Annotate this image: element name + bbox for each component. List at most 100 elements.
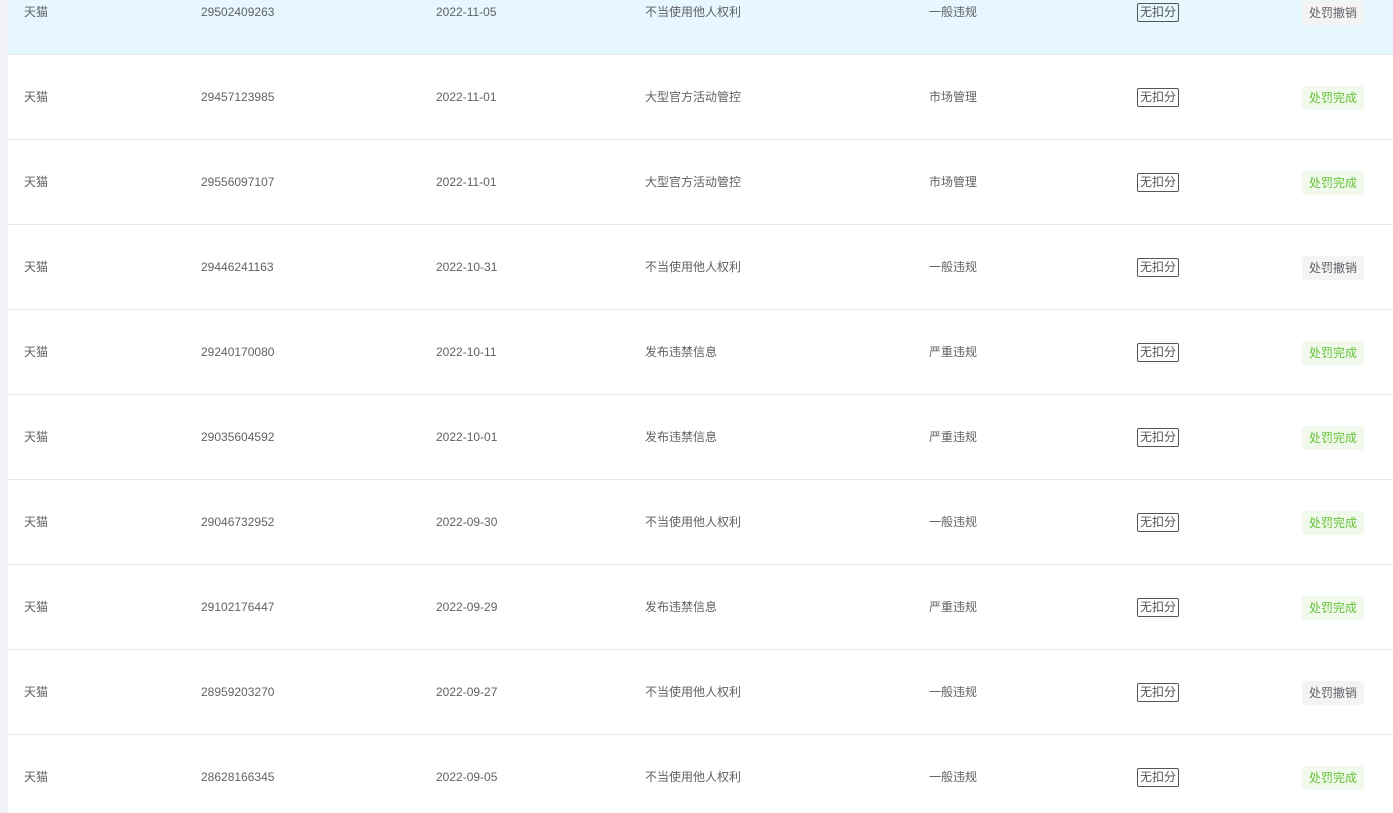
platform-cell: 天猫 — [24, 600, 49, 614]
violation-type-cell: 市场管理 — [929, 175, 978, 189]
violation-reason-cell: 大型官方活动管控 — [645, 175, 742, 189]
deduction-cell: 无扣分 — [1137, 225, 1180, 309]
deduction-cell: 无扣分 — [1137, 310, 1180, 394]
date-cell: 2022-09-30 — [436, 515, 498, 529]
deduction-cell: 无扣分 — [1137, 565, 1180, 649]
violation-type-cell: 一般违规 — [929, 5, 978, 19]
status-cell: 处罚完成 — [1302, 480, 1365, 564]
date-cell: 2022-10-01 — [436, 430, 498, 444]
status-badge: 处罚完成 — [1302, 170, 1365, 195]
violation-reason-cell: 发布违禁信息 — [645, 430, 718, 444]
record-id-cell: 29046732952 — [201, 515, 275, 529]
violation-reason-cell: 不当使用他人权利 — [645, 5, 742, 19]
table-row[interactable]: 天猫 29102176447 2022-09-29 发布违禁信息 严重违规 无扣分 处罚完成 — [8, 565, 1393, 650]
status-badge: 处罚完成 — [1302, 510, 1365, 535]
status-cell: 处罚完成 — [1302, 310, 1365, 394]
record-id-cell: 29457123985 — [201, 90, 275, 104]
violation-reason-cell: 发布违禁信息 — [645, 345, 718, 359]
date-cell: 2022-09-29 — [436, 600, 498, 614]
record-id-cell: 28959203270 — [201, 685, 275, 699]
status-cell: 处罚完成 — [1302, 565, 1365, 649]
status-badge: 处罚撤销 — [1302, 255, 1365, 280]
platform-cell: 天猫 — [24, 90, 49, 104]
status-cell: 处罚完成 — [1302, 55, 1365, 139]
record-id-cell: 28628166345 — [201, 770, 275, 784]
record-id-cell: 29240170080 — [201, 345, 275, 359]
status-badge: 处罚完成 — [1302, 85, 1365, 110]
violation-type-cell: 严重违规 — [929, 345, 978, 359]
violation-type-cell: 一般违规 — [929, 770, 978, 784]
violation-type-cell: 一般违规 — [929, 685, 978, 699]
deduction-cell: 无扣分 — [1137, 735, 1180, 813]
deduction-cell: 无扣分 — [1137, 55, 1180, 139]
date-cell: 2022-09-05 — [436, 770, 498, 784]
platform-cell: 天猫 — [24, 770, 49, 784]
deduction-tag: 无扣分 — [1137, 343, 1180, 363]
deduction-tag: 无扣分 — [1137, 3, 1180, 23]
deduction-tag: 无扣分 — [1137, 88, 1180, 108]
date-cell: 2022-11-01 — [436, 175, 497, 189]
violation-type-cell: 严重违规 — [929, 430, 978, 444]
deduction-cell: 无扣分 — [1137, 395, 1180, 479]
status-badge: 处罚完成 — [1302, 765, 1365, 790]
platform-cell: 天猫 — [24, 175, 49, 189]
record-id-cell: 29556097107 — [201, 175, 275, 189]
status-cell: 处罚撤销 — [1302, 650, 1365, 734]
status-badge: 处罚完成 — [1302, 425, 1365, 450]
date-cell: 2022-10-31 — [436, 260, 498, 274]
status-badge: 处罚完成 — [1302, 595, 1365, 620]
platform-cell: 天猫 — [24, 260, 49, 274]
date-cell: 2022-11-05 — [436, 5, 497, 19]
violation-type-cell: 市场管理 — [929, 90, 978, 104]
table-row[interactable]: 天猫 29046732952 2022-09-30 不当使用他人权利 一般违规 无扣分 处罚… — [8, 480, 1393, 565]
record-id-cell: 29446241163 — [201, 260, 274, 274]
deduction-cell: 无扣分 — [1137, 0, 1180, 54]
status-badge: 处罚完成 — [1302, 340, 1365, 365]
deduction-tag: 无扣分 — [1137, 513, 1180, 533]
table-row[interactable]: 天猫 29502409263 2022-11-05 不当使用他人权利 一般违规 无扣分 处罚… — [8, 0, 1393, 55]
status-cell: 处罚完成 — [1302, 735, 1365, 813]
violation-type-cell: 一般违规 — [929, 515, 978, 529]
deduction-tag: 无扣分 — [1137, 258, 1180, 278]
table-row[interactable]: 天猫 29556097107 2022-11-01 大型官方活动管控 市场管理 无扣分 处罚… — [8, 140, 1393, 225]
table-row[interactable]: 天猫 29240170080 2022-10-11 发布违禁信息 严重违规 无扣分 处罚完成 — [8, 310, 1393, 395]
deduction-cell: 无扣分 — [1137, 140, 1180, 224]
penalty-records-table: 天猫 29502409263 2022-11-05 不当使用他人权利 一般违规 无扣分 处罚… — [8, 0, 1393, 813]
status-cell: 处罚撤销 — [1302, 0, 1365, 54]
record-id-cell: 29035604592 — [201, 430, 275, 444]
violation-reason-cell: 不当使用他人权利 — [645, 260, 742, 274]
platform-cell: 天猫 — [24, 430, 49, 444]
status-cell: 处罚完成 — [1302, 140, 1365, 224]
date-cell: 2022-11-01 — [436, 90, 497, 104]
violation-type-cell: 一般违规 — [929, 260, 978, 274]
table-row[interactable]: 天猫 29457123985 2022-11-01 大型官方活动管控 市场管理 无扣分 处罚… — [8, 55, 1393, 140]
platform-cell: 天猫 — [24, 5, 49, 19]
deduction-tag: 无扣分 — [1137, 768, 1180, 788]
violation-reason-cell: 大型官方活动管控 — [645, 90, 742, 104]
table-row[interactable]: 天猫 28628166345 2022-09-05 不当使用他人权利 一般违规 无扣分 处罚… — [8, 735, 1393, 813]
record-id-cell: 29102176447 — [201, 600, 275, 614]
violation-type-cell: 严重违规 — [929, 600, 978, 614]
table-row[interactable]: 天猫 29446241163 2022-10-31 不当使用他人权利 一般违规 无扣分 处罚… — [8, 225, 1393, 310]
violation-reason-cell: 发布违禁信息 — [645, 600, 718, 614]
deduction-tag: 无扣分 — [1137, 428, 1180, 448]
status-cell: 处罚撤销 — [1302, 225, 1365, 309]
status-badge: 处罚撤销 — [1302, 0, 1365, 25]
table-row[interactable]: 天猫 28959203270 2022-09-27 不当使用他人权利 一般违规 无扣分 处罚… — [8, 650, 1393, 735]
table-row[interactable]: 天猫 29035604592 2022-10-01 发布违禁信息 严重违规 无扣分 处罚完成 — [8, 395, 1393, 480]
record-id-cell: 29502409263 — [201, 5, 275, 19]
date-cell: 2022-10-11 — [436, 345, 497, 359]
deduction-cell: 无扣分 — [1137, 480, 1180, 564]
status-badge: 处罚撤销 — [1302, 680, 1365, 705]
platform-cell: 天猫 — [24, 685, 49, 699]
deduction-cell: 无扣分 — [1137, 650, 1180, 734]
violation-reason-cell: 不当使用他人权利 — [645, 685, 742, 699]
platform-cell: 天猫 — [24, 345, 49, 359]
date-cell: 2022-09-27 — [436, 685, 498, 699]
status-cell: 处罚完成 — [1302, 395, 1365, 479]
deduction-tag: 无扣分 — [1137, 598, 1180, 618]
violation-reason-cell: 不当使用他人权利 — [645, 515, 742, 529]
violation-reason-cell: 不当使用他人权利 — [645, 770, 742, 784]
deduction-tag: 无扣分 — [1137, 683, 1180, 703]
deduction-tag: 无扣分 — [1137, 173, 1180, 193]
